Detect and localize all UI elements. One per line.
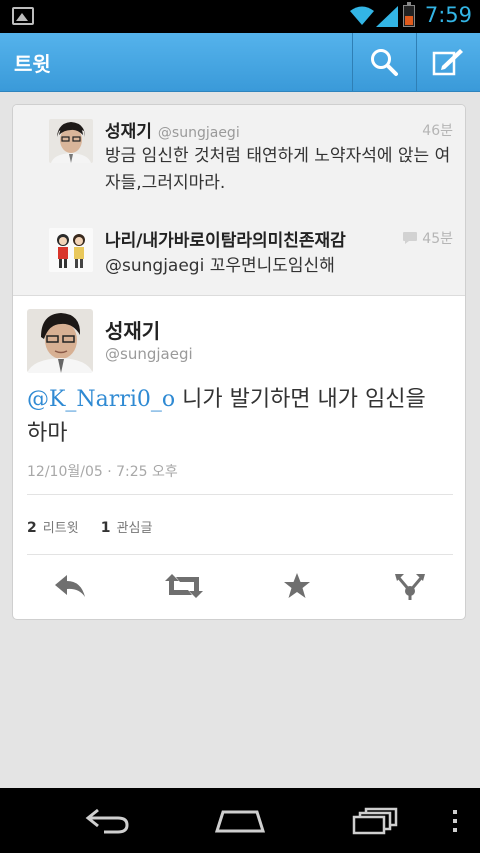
compose-icon — [432, 49, 463, 76]
back-icon — [85, 808, 129, 833]
reply-author-name: 성재기 — [105, 122, 152, 142]
picture-icon — [12, 7, 34, 25]
divider — [27, 494, 453, 495]
reply-time: 46분 — [422, 123, 453, 139]
page-title: 트윗 — [14, 52, 51, 76]
favorite-button[interactable] — [267, 557, 327, 615]
reply-item[interactable]: 성재기 @sungjaegi 46분 방금 임신한 것처럼 태연하게 노약자석에 … — [13, 105, 465, 216]
favorite-label: 관심글 — [116, 521, 153, 536]
favorite-count: 1 — [100, 520, 111, 536]
menu-button[interactable] — [440, 788, 470, 853]
share-button[interactable] — [380, 557, 440, 615]
signal-icon — [376, 6, 398, 27]
avatar[interactable] — [49, 119, 93, 163]
tweet-text: @K_Narri0_o 니가 발기하면 내가 임신을 하마 — [27, 383, 447, 451]
menu-icon — [453, 809, 457, 832]
back-button[interactable] — [72, 788, 142, 853]
tweet-author-handle: @sungjaegi — [105, 345, 193, 363]
battery-icon — [403, 2, 415, 27]
tweet-detail-card: 성재기 @sungjaegi 46분 방금 임신한 것처럼 태연하게 노약자석에 … — [12, 104, 466, 620]
compose-button[interactable] — [416, 33, 479, 91]
mention-link[interactable]: @K_Narri0_o — [27, 387, 175, 412]
tweet-author-name: 성재기 — [105, 319, 161, 343]
retweet-stat[interactable]: 2 리트윗 — [27, 520, 79, 536]
home-icon — [215, 810, 265, 832]
reply-author-handle: @sungjaegi — [157, 125, 240, 141]
retweet-label: 리트윗 — [42, 521, 79, 536]
tweet-stats: 2 리트윗 1 관심글 — [27, 517, 152, 536]
recent-apps-icon — [352, 807, 398, 834]
navigation-bar — [0, 788, 480, 853]
reply-time: 45분 — [402, 228, 453, 248]
wifi-icon — [350, 6, 374, 25]
recent-apps-button[interactable] — [340, 788, 410, 853]
tweet-timestamp: 12/10월/05 · 7:25 오후 — [27, 464, 178, 480]
reply-author: 성재기 @sungjaegi — [105, 117, 240, 142]
favorite-stat[interactable]: 1 관심글 — [100, 520, 153, 536]
retweet-count: 2 — [27, 520, 37, 536]
clock: 7:59 — [424, 3, 472, 27]
divider — [27, 554, 453, 555]
reply-author-name: 나리/내가바로이탐라의미친존재감 — [105, 231, 346, 251]
reply-text: 방금 임신한 것처럼 태연하게 노약자석에 앉는 여자들,그러지마라. — [105, 146, 451, 193]
search-icon — [371, 49, 398, 76]
reply-author: 나리/내가바로이탐라의미친존재감 — [105, 226, 346, 251]
reply-item[interactable]: 나리/내가바로이탐라의미친존재감 45분 @sungjaegi 꼬우면니도임신해 — [13, 215, 465, 296]
share-icon — [395, 574, 425, 600]
action-bar: 트윗 — [0, 33, 480, 92]
avatar[interactable] — [27, 309, 93, 373]
retweet-button[interactable] — [154, 557, 214, 615]
favorite-icon — [284, 573, 310, 598]
reply-time-value: 45분 — [422, 231, 453, 247]
status-bar: 7:59 — [0, 0, 480, 33]
reply-icon — [55, 575, 85, 597]
conversation-icon — [403, 232, 418, 244]
reply-button[interactable] — [40, 557, 100, 615]
retweet-icon — [165, 574, 203, 598]
home-button[interactable] — [205, 788, 275, 853]
search-button[interactable] — [352, 33, 415, 91]
avatar[interactable] — [49, 228, 93, 272]
reply-text: @sungjaegi 꼬우면니도임신해 — [105, 256, 335, 276]
